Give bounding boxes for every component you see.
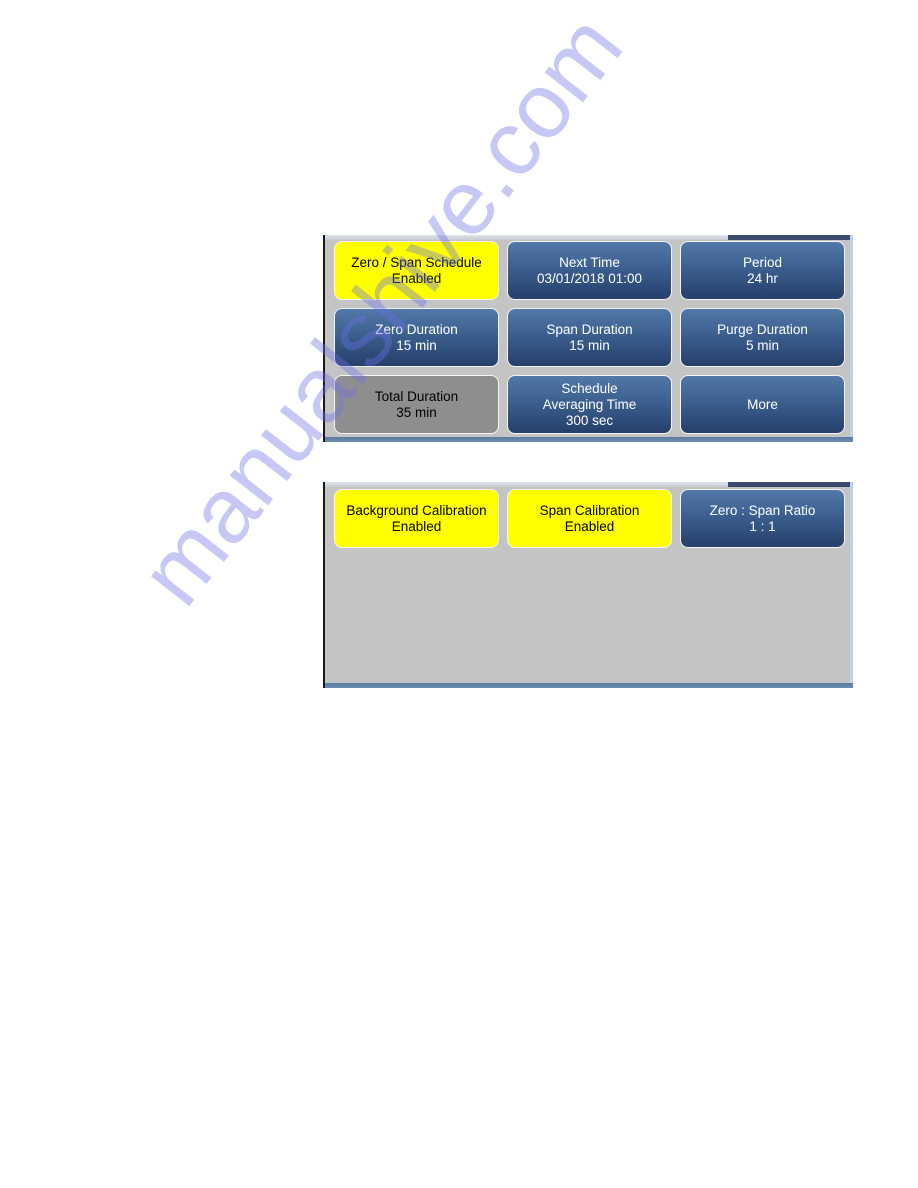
button-value: 300 sec — [565, 412, 614, 428]
zero-span-schedule-more-screen: Background Calibration Enabled Span Cali… — [323, 482, 853, 688]
span-calibration-toggle[interactable]: Span Calibration Enabled — [507, 489, 672, 548]
zero-span-ratio-button[interactable]: Zero : Span Ratio 1 : 1 — [680, 489, 845, 548]
button-label: Period — [742, 254, 783, 270]
zero-span-schedule-screen: Zero / Span Schedule Enabled Next Time 0… — [323, 235, 853, 442]
button-value: 35 min — [396, 404, 437, 420]
screen-right-edge — [850, 235, 853, 442]
background-calibration-toggle[interactable]: Background Calibration Enabled — [334, 489, 499, 548]
button-label: Purge Duration — [717, 321, 808, 337]
bottom-bar — [325, 683, 853, 688]
zero-duration-button[interactable]: Zero Duration 15 min — [334, 308, 499, 367]
span-duration-button[interactable]: Span Duration 15 min — [507, 308, 672, 367]
more-button[interactable]: More — [680, 375, 845, 434]
screen-right-edge — [850, 482, 853, 688]
button-label: Span Calibration — [539, 502, 640, 518]
button-value: 1 : 1 — [749, 518, 776, 534]
button-value: 03/01/2018 01:00 — [536, 270, 643, 286]
next-time-button[interactable]: Next Time 03/01/2018 01:00 — [507, 241, 672, 300]
button-label: Zero / Span Schedule — [351, 254, 482, 270]
button-value: 5 min — [745, 337, 779, 353]
button-value: Enabled — [391, 270, 442, 286]
button-label: More — [747, 396, 778, 412]
button-value: Enabled — [391, 518, 442, 534]
button-value: 15 min — [396, 337, 437, 353]
schedule-averaging-time-button[interactable]: Schedule Averaging Time 300 sec — [507, 375, 672, 434]
zero-span-schedule-toggle[interactable]: Zero / Span Schedule Enabled — [334, 241, 499, 300]
button-value: 24 hr — [747, 270, 778, 286]
bottom-bar — [325, 437, 853, 442]
period-button[interactable]: Period 24 hr — [680, 241, 845, 300]
button-label: Zero : Span Ratio — [709, 502, 816, 518]
button-value: 15 min — [569, 337, 610, 353]
button-label: Background Calibration — [346, 502, 487, 518]
title-bar-cropped — [728, 235, 853, 240]
button-label: Schedule — [561, 380, 618, 396]
button-label: Total Duration — [374, 388, 459, 404]
purge-duration-button[interactable]: Purge Duration 5 min — [680, 308, 845, 367]
total-duration-display: Total Duration 35 min — [334, 375, 499, 434]
button-label: Next Time — [559, 254, 620, 270]
title-bar-cropped — [728, 482, 853, 487]
button-label: Zero Duration — [375, 321, 458, 337]
button-label: Span Duration — [546, 321, 633, 337]
button-value: Enabled — [564, 518, 615, 534]
button-label: Averaging Time — [542, 396, 637, 412]
